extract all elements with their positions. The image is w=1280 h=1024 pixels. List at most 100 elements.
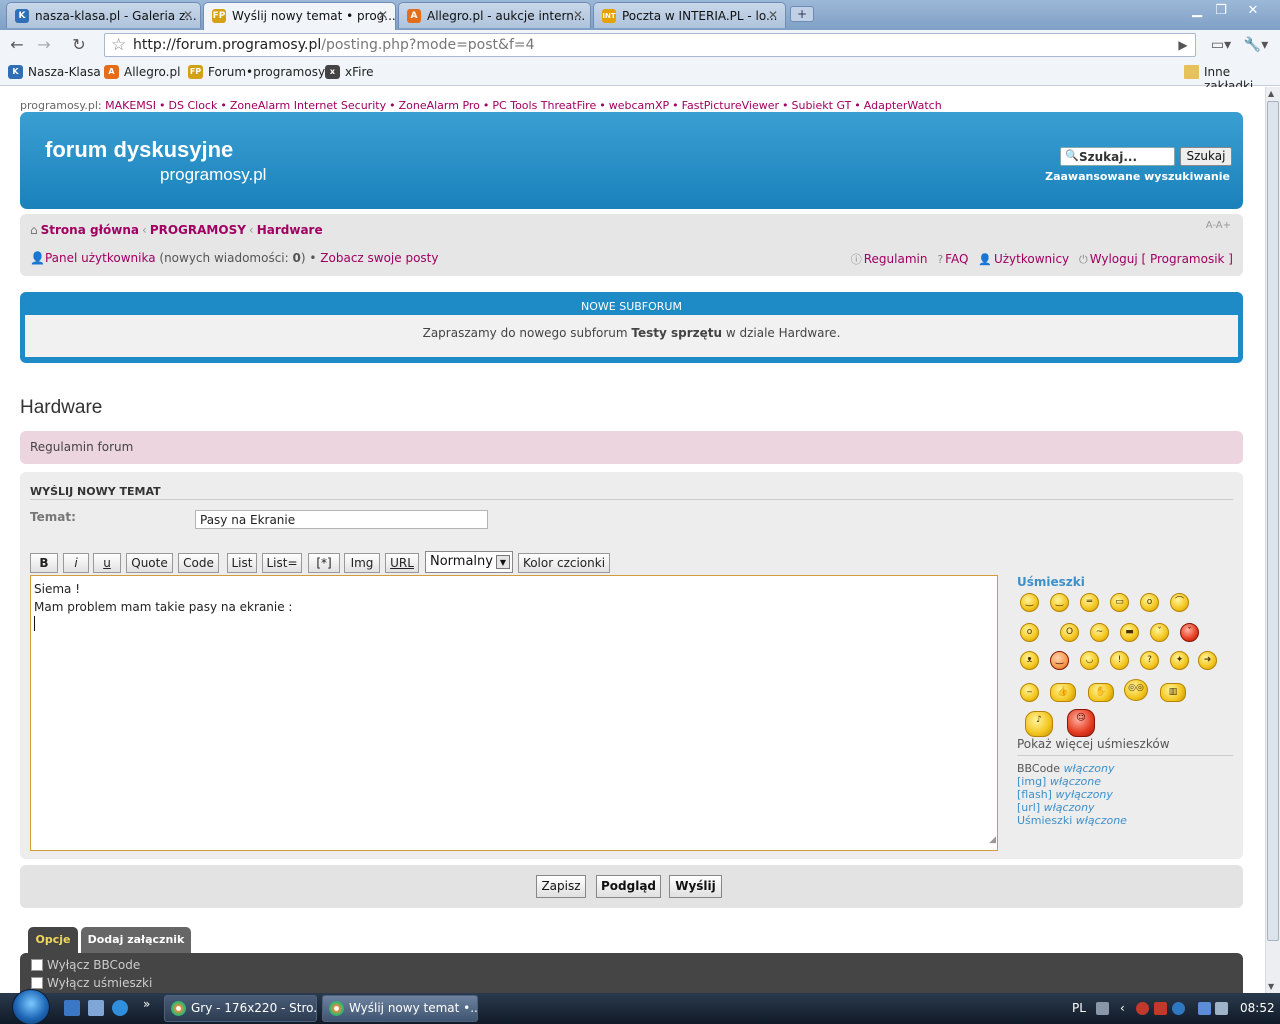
- sponsor-link[interactable]: Subiekt GT: [792, 99, 852, 112]
- question-icon[interactable]: ?: [1140, 651, 1159, 670]
- network-icon[interactable]: [1198, 1002, 1211, 1015]
- breadcrumb-hardware[interactable]: Hardware: [257, 223, 323, 237]
- minimize-button[interactable]: ▁: [1184, 2, 1210, 20]
- code-button[interactable]: Code: [178, 553, 219, 573]
- tray-expand-icon[interactable]: ‹: [1120, 1001, 1125, 1015]
- font-size-select[interactable]: Normalny ▼: [425, 551, 513, 573]
- site-logo-subtitle[interactable]: programosy.pl: [160, 165, 266, 185]
- wink-icon[interactable]: ‿: [1050, 593, 1069, 612]
- exclamation-icon[interactable]: !: [1110, 651, 1129, 670]
- site-logo-title[interactable]: forum dyskusyjne: [45, 137, 233, 163]
- maximize-button[interactable]: ❐: [1208, 2, 1234, 20]
- disable-bbcode-checkbox[interactable]: [31, 959, 43, 971]
- members-link[interactable]: Użytkownicy: [994, 252, 1069, 266]
- bookmark-forum-programosy[interactable]: FP Forum•programosy: [188, 65, 325, 79]
- font-size-control[interactable]: A-A+: [1206, 220, 1231, 231]
- bold-button[interactable]: B: [30, 553, 58, 573]
- new-messages-prefix[interactable]: (nowych wiadomości:: [159, 251, 292, 265]
- messenger-icon[interactable]: [1172, 1002, 1185, 1015]
- advanced-search-link[interactable]: Zaawansowane wyszukiwanie: [1045, 170, 1230, 183]
- disable-smilies-option[interactable]: Wyłącz uśmieszki: [31, 976, 152, 990]
- go-button[interactable]: ▶: [1172, 34, 1194, 56]
- antivirus-icon[interactable]: [1136, 1002, 1149, 1015]
- italic-button[interactable]: i: [63, 553, 89, 573]
- forward-button[interactable]: →: [33, 34, 55, 56]
- laugh-icon[interactable]: ▭: [1110, 593, 1129, 612]
- blush-icon[interactable]: ‿: [1050, 651, 1069, 670]
- url-button[interactable]: URL: [385, 553, 419, 573]
- scroll-up-icon[interactable]: ▲: [1268, 89, 1274, 98]
- new-tab-button[interactable]: +: [790, 6, 814, 22]
- rules-link[interactable]: Regulamin: [864, 252, 928, 266]
- sponsor-link[interactable]: ZoneAlarm Pro: [399, 99, 480, 112]
- page-scrollbar[interactable]: ▲ ▼: [1265, 87, 1280, 993]
- angry-icon[interactable]: ˇ: [1180, 623, 1199, 642]
- bookmark-allegro[interactable]: A Allegro.pl: [104, 65, 180, 79]
- ucp-link[interactable]: Panel użytkownika: [45, 251, 156, 265]
- submit-button[interactable]: Wyślij: [669, 875, 722, 898]
- sponsor-link[interactable]: MAKEMSI: [105, 99, 156, 112]
- shocked-icon[interactable]: o: [1140, 593, 1159, 612]
- start-button[interactable]: [12, 989, 50, 1024]
- idea-icon[interactable]: ✦: [1170, 651, 1189, 670]
- star-icon[interactable]: ☆: [111, 35, 126, 55]
- quote-button[interactable]: Quote: [126, 553, 173, 573]
- volume-icon[interactable]: [1215, 1002, 1228, 1015]
- ordered-list-button[interactable]: List=: [262, 553, 302, 573]
- disable-smilies-checkbox[interactable]: [31, 977, 43, 989]
- taskbar-button-gry[interactable]: Gry - 176x220 - Stro...: [164, 995, 317, 1022]
- img-button[interactable]: Img: [344, 553, 380, 573]
- sponsor-link[interactable]: FastPictureViewer: [682, 99, 779, 112]
- message-textarea[interactable]: Siema ! Mam problem mam takie pasy na ek…: [30, 575, 998, 851]
- view-own-posts-link[interactable]: Zobacz swoje posty: [320, 251, 438, 265]
- rolleyes-icon[interactable]: ◡: [1080, 651, 1099, 670]
- quick-launch-more-icon[interactable]: »: [143, 997, 150, 1011]
- disable-bbcode-option[interactable]: Wyłącz BBCode: [31, 958, 140, 972]
- scroll-down-icon[interactable]: ▼: [1268, 982, 1274, 991]
- confused-icon[interactable]: ~: [1090, 623, 1109, 642]
- bbcode-label[interactable]: BBCode: [1017, 762, 1060, 775]
- resize-grip-icon[interactable]: ◢: [989, 831, 996, 849]
- page-menu-button[interactable]: ▭▾: [1206, 34, 1236, 56]
- sponsor-link[interactable]: webcamXP: [609, 99, 669, 112]
- underline-button[interactable]: u: [93, 553, 121, 573]
- list-button[interactable]: List: [227, 553, 257, 573]
- save-button[interactable]: Zapisz: [536, 875, 586, 898]
- tab-allegro[interactable]: A Allegro.pl - aukcje intern... ✕: [398, 2, 591, 28]
- scrollbar-thumb[interactable]: [1267, 101, 1279, 941]
- internet-explorer-icon[interactable]: [112, 1000, 128, 1016]
- new-messages-count[interactable]: 0: [293, 251, 301, 265]
- thumbs-up-icon[interactable]: 👍: [1050, 683, 1076, 702]
- close-tab-icon[interactable]: ✕: [573, 8, 583, 22]
- address-bar[interactable]: ☆ http://forum.programosy.pl/posting.php…: [104, 33, 1196, 57]
- tab-nasza-klasa[interactable]: K nasza-klasa.pl - Galeria z... ✕: [6, 2, 201, 28]
- close-tab-icon[interactable]: ✕: [768, 8, 778, 22]
- sponsor-link[interactable]: DS Clock: [169, 99, 218, 112]
- sponsor-link[interactable]: AdapterWatch: [864, 99, 942, 112]
- close-window-button[interactable]: ✕: [1240, 2, 1266, 20]
- mad-icon[interactable]: ˇ: [1150, 623, 1169, 642]
- chili-pepper-icon[interactable]: ☺: [1067, 709, 1095, 737]
- eek-icon[interactable]: O: [1060, 623, 1079, 642]
- breadcrumb-home[interactable]: Strona główna: [41, 223, 139, 237]
- logout-link[interactable]: Wyloguj [ Programosik ]: [1090, 252, 1233, 266]
- smile-icon[interactable]: ‿: [1020, 593, 1039, 612]
- taskbar-button-forum[interactable]: Wyślij nowy temat •...: [322, 995, 478, 1022]
- show-more-smilies-link[interactable]: Pokaż więcej uśmieszków: [1017, 737, 1170, 751]
- tab-add-attachment[interactable]: Dodaj załącznik: [81, 927, 191, 954]
- breadcrumb-programosy[interactable]: PROGRAMOSY: [150, 223, 246, 237]
- sponsor-link[interactable]: ZoneAlarm Internet Security: [230, 99, 386, 112]
- wrench-menu-button[interactable]: 🔧▾: [1240, 34, 1272, 56]
- system-clock[interactable]: 08:52: [1240, 1001, 1275, 1015]
- switch-windows-icon[interactable]: [88, 1000, 104, 1016]
- sad-icon[interactable]: ⌒: [1170, 593, 1189, 612]
- wall-bang-icon[interactable]: ▥: [1160, 683, 1186, 702]
- bbcode-value[interactable]: włączony: [1064, 762, 1115, 775]
- banana-dance-icon[interactable]: ♪: [1025, 711, 1053, 737]
- cool-icon[interactable]: ▬: [1120, 623, 1139, 642]
- bookmark-xfire[interactable]: x xFire: [325, 65, 374, 79]
- subject-input[interactable]: Pasy na Ekranie: [195, 510, 488, 529]
- sponsor-link[interactable]: PC Tools ThreatFire: [492, 99, 596, 112]
- tab-programosy[interactable]: FP Wyślij nowy temat • prog... ✕: [203, 2, 396, 30]
- keyboard-icon[interactable]: [1096, 1002, 1109, 1015]
